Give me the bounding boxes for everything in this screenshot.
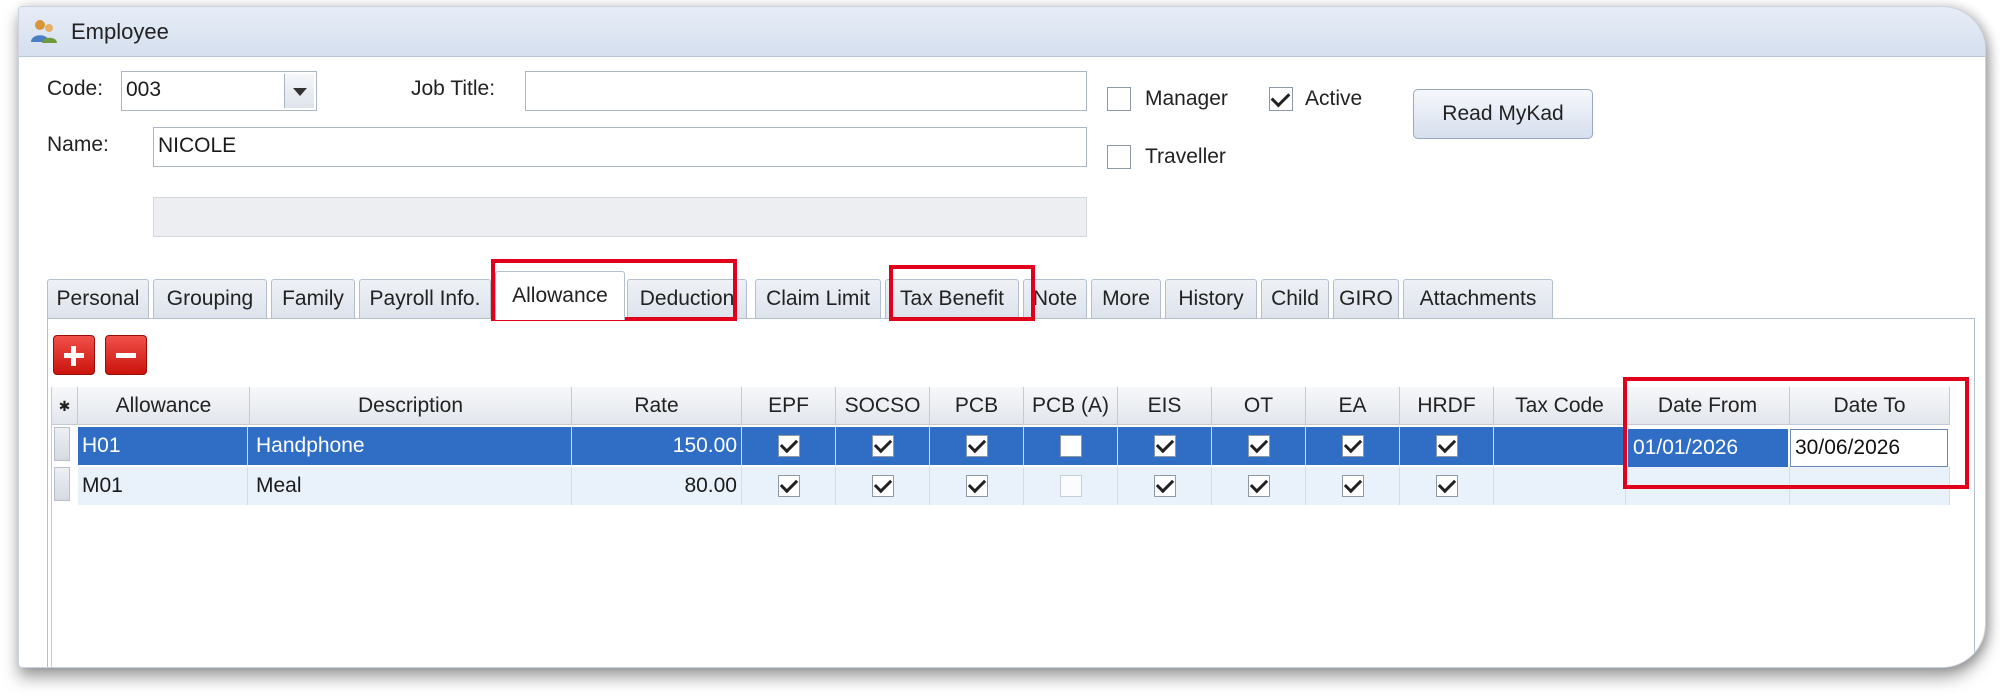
tab-child[interactable]: Child <box>1261 279 1329 319</box>
cell-epf[interactable] <box>742 427 836 465</box>
eis-checkbox[interactable] <box>1153 475 1176 498</box>
col-pcb[interactable]: PCB <box>930 387 1024 425</box>
row-selector[interactable] <box>54 427 70 461</box>
col-description[interactable]: Description <box>250 387 572 425</box>
cell-description[interactable]: Handphone <box>250 427 572 465</box>
epf-checkbox[interactable] <box>777 475 800 498</box>
cell-pcb[interactable] <box>930 427 1024 465</box>
tab-grouping[interactable]: Grouping <box>153 279 267 319</box>
manager-checkbox[interactable] <box>1107 87 1131 111</box>
cell-socso[interactable] <box>836 467 930 505</box>
code-combobox[interactable]: 003 <box>121 71 317 111</box>
name-secondary-field <box>153 197 1087 237</box>
tab-attachments[interactable]: Attachments <box>1403 279 1553 319</box>
col-hrdf[interactable]: HRDF <box>1400 387 1494 425</box>
row-selector-header: ✱ <box>52 387 78 425</box>
tab-history[interactable]: History <box>1165 279 1257 319</box>
cell-eis[interactable] <box>1118 427 1212 465</box>
eis-checkbox[interactable] <box>1153 435 1176 458</box>
cell-allowance[interactable]: M01 <box>80 467 248 505</box>
window-title: Employee <box>71 19 169 44</box>
tab-claim-limit[interactable]: Claim Limit <box>755 279 881 319</box>
active-checkbox[interactable] <box>1269 87 1293 111</box>
cell-eis[interactable] <box>1118 467 1212 505</box>
tab-payroll-info[interactable]: Payroll Info. <box>359 279 491 319</box>
cell-hrdf[interactable] <box>1400 427 1494 465</box>
highlight-date-columns <box>1623 377 1969 489</box>
hrdf-checkbox[interactable] <box>1435 475 1458 498</box>
cell-socso[interactable] <box>836 427 930 465</box>
col-ot[interactable]: OT <box>1212 387 1306 425</box>
read-mykad-button[interactable]: Read MyKad <box>1413 89 1593 139</box>
col-pcb-a[interactable]: PCB (A) <box>1024 387 1118 425</box>
cell-rate[interactable]: 150.00 <box>572 427 742 465</box>
name-label: Name: <box>47 133 109 156</box>
col-eis[interactable]: EIS <box>1118 387 1212 425</box>
ot-checkbox[interactable] <box>1247 475 1270 498</box>
title-bar: Employee <box>19 7 1985 57</box>
tab-family[interactable]: Family <box>271 279 355 319</box>
cell-ot[interactable] <box>1212 427 1306 465</box>
cell-tax-code[interactable] <box>1494 467 1626 505</box>
cell-ea[interactable] <box>1306 467 1400 505</box>
ea-checkbox[interactable] <box>1341 475 1364 498</box>
manager-label: Manager <box>1145 87 1228 110</box>
chevron-down-icon[interactable] <box>284 74 314 108</box>
cell-hrdf[interactable] <box>1400 467 1494 505</box>
people-icon <box>31 20 57 43</box>
col-socso[interactable]: SOCSO <box>836 387 930 425</box>
employee-window: Employee Code: 003 Job Title: Name: NICO… <box>18 6 1986 668</box>
pcb-a-checkbox[interactable] <box>1059 475 1082 498</box>
tab-giro[interactable]: GIRO <box>1333 279 1399 319</box>
cell-epf[interactable] <box>742 467 836 505</box>
cell-ot[interactable] <box>1212 467 1306 505</box>
tab-more[interactable]: More <box>1091 279 1161 319</box>
col-allowance[interactable]: Allowance <box>78 387 250 425</box>
cell-pcb-a[interactable] <box>1024 427 1118 465</box>
row-selector[interactable] <box>54 467 70 501</box>
ot-checkbox[interactable] <box>1247 435 1270 458</box>
job-title-input[interactable] <box>525 71 1087 111</box>
socso-checkbox[interactable] <box>871 435 894 458</box>
name-input[interactable]: NICOLE <box>153 127 1087 167</box>
cell-description[interactable]: Meal <box>250 467 572 505</box>
cell-tax-code[interactable] <box>1494 427 1626 465</box>
traveller-checkbox[interactable] <box>1107 145 1131 169</box>
hrdf-checkbox[interactable] <box>1435 435 1458 458</box>
tab-personal[interactable]: Personal <box>47 279 149 319</box>
plus-icon[interactable] <box>53 335 95 375</box>
cell-pcb-a[interactable] <box>1024 467 1118 505</box>
pcb-checkbox[interactable] <box>965 435 988 458</box>
minus-icon[interactable] <box>105 335 147 375</box>
socso-checkbox[interactable] <box>871 475 894 498</box>
code-label: Code: <box>47 77 104 100</box>
tab-allowance[interactable]: Allowance <box>495 271 625 320</box>
tab-strip: Personal Grouping Family Payroll Info. A… <box>47 269 1607 320</box>
code-value: 003 <box>126 78 162 101</box>
pcb-checkbox[interactable] <box>965 475 988 498</box>
traveller-label: Traveller <box>1145 145 1226 168</box>
cell-rate[interactable]: 80.00 <box>572 467 742 505</box>
active-label: Active <box>1305 87 1363 110</box>
cell-pcb[interactable] <box>930 467 1024 505</box>
epf-checkbox[interactable] <box>777 435 800 458</box>
col-epf[interactable]: EPF <box>742 387 836 425</box>
cell-ea[interactable] <box>1306 427 1400 465</box>
col-ea[interactable]: EA <box>1306 387 1400 425</box>
ea-checkbox[interactable] <box>1341 435 1364 458</box>
col-rate[interactable]: Rate <box>572 387 742 425</box>
pcb-a-checkbox[interactable] <box>1059 435 1082 458</box>
highlight-tax-benefit <box>889 265 1035 321</box>
job-title-label: Job Title: <box>411 77 496 100</box>
cell-allowance[interactable]: H01 <box>80 427 248 465</box>
col-tax-code[interactable]: Tax Code <box>1494 387 1626 425</box>
